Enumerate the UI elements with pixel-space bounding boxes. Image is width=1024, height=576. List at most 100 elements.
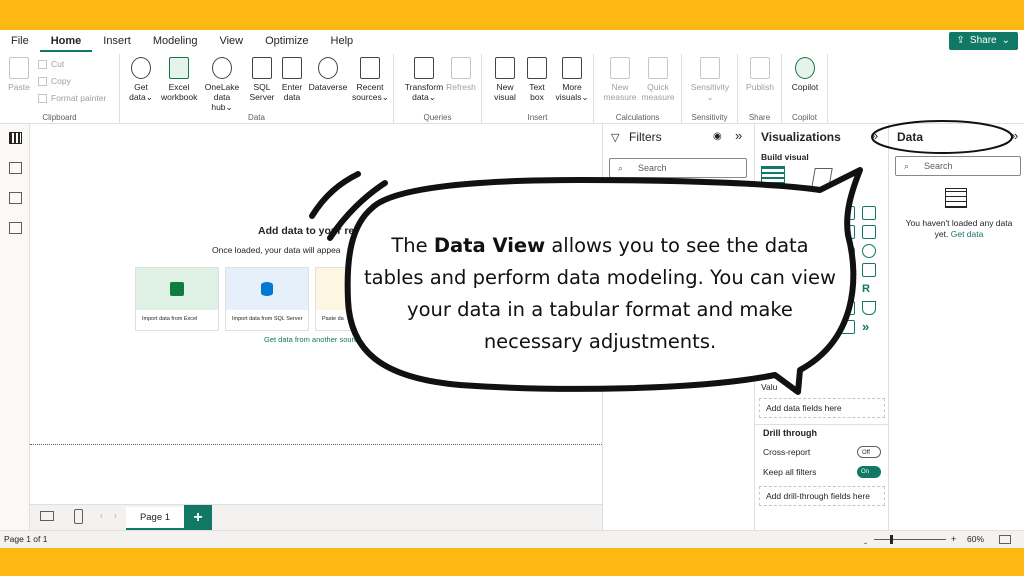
format-painter-button[interactable]: Format painter [38,93,106,103]
clipboard-group-label: Clipboard [42,113,77,122]
build-visual-label: Build visual [761,152,809,162]
onelake-data-hub-button[interactable]: OneLake data hub⌄ [202,57,242,112]
gauge-icon[interactable] [841,263,855,277]
zoom-in-icon[interactable]: + [951,531,956,548]
quick-measure-button[interactable]: Quick measure [638,57,678,102]
menu-insert[interactable]: Insert [92,30,142,52]
zoom-slider[interactable] [874,539,946,540]
add-page-button[interactable]: + [184,505,212,531]
canvas-subtitle: Once loaded, your data will appea [212,245,341,255]
decomposition-tree-icon[interactable] [841,320,855,334]
search-icon: ⌕ [618,163,624,173]
refresh-button[interactable]: Refresh [446,57,476,92]
pie-chart-icon[interactable] [841,244,855,258]
r-script-icon[interactable]: R [862,282,876,296]
zoom-slider-thumb[interactable] [890,535,893,544]
matrix-icon[interactable] [841,282,855,296]
paste-button[interactable]: Paste [4,57,34,92]
fit-to-page-icon[interactable] [999,535,1011,544]
mobile-layout-icon[interactable] [74,509,83,524]
callout-bold: Data View [433,234,546,257]
filters-divider [603,181,755,182]
collapse-data-icon[interactable]: » [1011,128,1018,143]
add-data-fields-well[interactable]: Add data fields here [759,398,885,418]
menu-view[interactable]: View [208,30,254,52]
table-icon [945,188,967,208]
recent-sources-button[interactable]: Recent sources⌄ [352,57,389,102]
search-icon: ⌕ [904,161,910,171]
data-search-input[interactable]: ⌕ Search [895,156,1021,176]
donut-chart-icon[interactable] [862,244,876,258]
filter-icon: ▽ [611,132,620,144]
menu-modeling[interactable]: Modeling [142,30,209,52]
import-sql-card[interactable]: Import data from SQL Server [225,267,309,331]
publish-icon [750,57,770,79]
calculations-group-label: Calculations [615,113,660,122]
enter-data-button[interactable]: Enter data [277,57,307,102]
desktop-layout-icon[interactable] [40,511,54,521]
publish-button[interactable]: Publish [743,57,777,92]
enter-label-2: data [283,92,301,102]
copilot-group: Copilot Copilot [782,54,828,124]
filters-search-input[interactable]: ⌕ Search [609,158,747,178]
text-box-icon [527,57,547,79]
copy-button[interactable]: Copy [38,76,71,86]
page-1-tab[interactable]: Page 1 [126,507,184,531]
dax-query-view-icon[interactable] [9,222,22,234]
build-visual-icon[interactable] [761,166,785,190]
import-excel-card[interactable]: Import data from Excel [135,267,219,331]
format-visual-icon[interactable] [811,168,833,188]
more-visuals-icon [562,57,582,79]
transform-label-1: Transform [404,82,444,92]
dataverse-button[interactable]: Dataverse [308,57,348,92]
model-view-icon[interactable] [9,192,22,204]
sensitivity-button[interactable]: Sensitivity ⌄ [686,57,734,102]
paste-icon [9,57,29,79]
collapse-filters-icon[interactable]: » [735,128,742,143]
menu-optimize[interactable]: Optimize [254,30,319,52]
copilot-button[interactable]: Copilot [788,57,822,92]
more-visuals-chevron-icon[interactable]: » [862,320,876,334]
get-data-button[interactable]: Get data⌄ [126,57,156,102]
menu-home[interactable]: Home [39,30,93,52]
text-box-button[interactable]: Text box [522,57,552,102]
paste-label: Paste [8,82,30,92]
card-icon[interactable] [862,263,876,277]
data-pane: Data » ⌕ Search You haven't loaded any d… [888,124,1024,530]
menu-help[interactable]: Help [320,30,365,52]
clustered-column-icon[interactable] [862,206,876,220]
keep-all-filters-toggle[interactable]: On [857,466,881,478]
next-page-icon[interactable]: › [114,511,117,520]
add-drill-through-fields-well[interactable]: Add drill-through fields here [759,486,885,506]
cross-report-toggle[interactable]: Off [857,446,881,458]
prev-page-icon[interactable]: ‹ [100,511,103,520]
excel-workbook-button[interactable]: Excel workbook [161,57,197,102]
new-visual-button[interactable]: New visual [490,57,520,102]
get-data-another-source-link[interactable]: Get data from another source [264,335,362,344]
stacked-bar-icon[interactable] [841,206,855,220]
queries-group: Transform data⌄ Refresh Queries [394,54,482,124]
collapse-visualizations-icon[interactable]: » [871,128,878,143]
database-icon [131,57,151,79]
insert-group-label: Insert [527,113,548,122]
get-data-link[interactable]: Get data [951,229,984,239]
cut-button[interactable]: Cut [38,59,64,69]
trophy-icon[interactable] [862,301,876,315]
table-view-icon[interactable] [9,162,22,174]
report-view-icon[interactable] [9,132,22,144]
data-empty-message: You haven't loaded any data yet. Get dat… [903,218,1015,240]
transform-data-button[interactable]: Transform data⌄ [404,57,444,102]
key-influencers-icon[interactable] [841,301,855,315]
eye-icon[interactable]: ◉ [713,131,722,142]
sql-server-button[interactable]: SQL Server [247,57,277,102]
cut-label: Cut [51,59,65,69]
top-frame-bar [0,0,1024,30]
page-count: Page 1 of 1 [4,534,48,544]
import-sql-label: Import data from SQL Server [232,316,303,322]
waterfall-icon[interactable] [862,225,876,239]
new-measure-button[interactable]: New measure [600,57,640,102]
more-visuals-button[interactable]: More visuals⌄ [554,57,590,102]
ribbon-chart-icon[interactable] [841,225,855,239]
menu-file[interactable]: File [0,30,40,52]
share-button[interactable]: ⇪ Share ⌄ [948,32,1018,50]
